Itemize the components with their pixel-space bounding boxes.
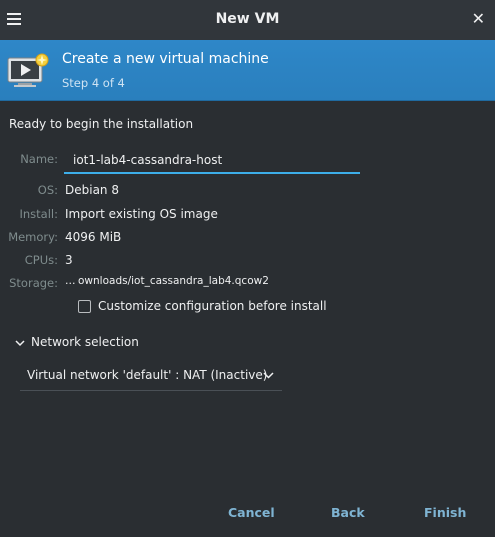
install-value: Import existing OS image [65, 207, 218, 221]
chevron-down-icon [15, 339, 25, 346]
storage-ellipsis: ... [65, 274, 76, 287]
install-label: Install: [19, 207, 59, 221]
memory-label: Memory: [8, 230, 58, 244]
cancel-button[interactable]: Cancel [228, 502, 275, 522]
virtual-machine-monitor-icon [7, 53, 49, 87]
step-indicator: Step 4 of 4 [62, 76, 125, 90]
memory-value: 4096 MiB [65, 230, 122, 244]
name-label: Name: [20, 152, 58, 166]
window-title: New VM [215, 11, 280, 27]
storage-value: ownloads/iot_cassandra_lab4.qcow2 [78, 275, 269, 287]
cpus-value: 3 [65, 253, 73, 267]
customize-checkbox[interactable] [78, 300, 91, 313]
network-selection-toggle[interactable]: Network selection [14, 335, 139, 349]
customize-checkbox-label[interactable]: Customize configuration before install [98, 299, 327, 313]
title-bar: New VM ✕ [0, 0, 495, 40]
banner-title: Create a new virtual machine [62, 51, 269, 67]
os-value: Debian 8 [65, 183, 119, 197]
header-banner [0, 40, 495, 101]
network-select[interactable]: Virtual network 'default' : NAT (Inactiv… [20, 362, 282, 391]
vm-name-input[interactable] [64, 148, 360, 174]
back-button[interactable]: Back [331, 502, 365, 522]
close-icon[interactable]: ✕ [472, 9, 485, 29]
cpus-label: CPUs: [24, 253, 58, 267]
summary-heading: Ready to begin the installation [9, 117, 194, 131]
chevron-down-icon [263, 372, 274, 379]
network-select-value: Virtual network 'default' : NAT (Inactiv… [27, 368, 268, 382]
os-label: OS: [37, 183, 58, 197]
storage-label: Storage: [9, 276, 58, 290]
finish-button[interactable]: Finish [424, 502, 466, 522]
network-selection-label: Network selection [31, 335, 139, 349]
